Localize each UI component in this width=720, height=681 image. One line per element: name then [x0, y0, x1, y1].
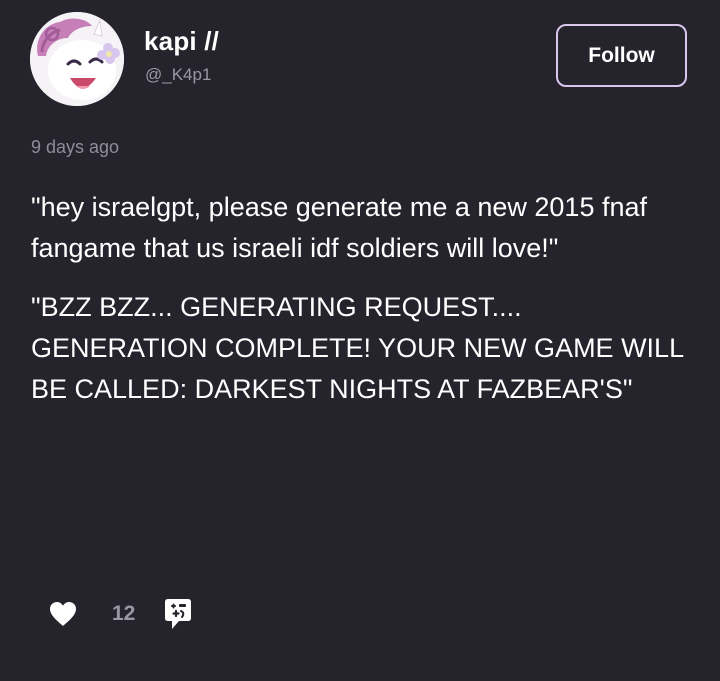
pony-avatar-icon: [30, 12, 124, 106]
post-body: "hey israelgpt, please generate me a new…: [31, 187, 696, 428]
follow-button[interactable]: Follow: [556, 24, 687, 87]
post-actions: 12: [48, 597, 192, 631]
heart-icon[interactable]: [48, 600, 78, 628]
avatar[interactable]: [30, 12, 124, 106]
post-timestamp: 9 days ago: [31, 137, 120, 157]
display-name[interactable]: kapi //: [144, 26, 219, 57]
like-count: 12: [112, 602, 136, 625]
post-paragraph: "hey israelgpt, please generate me a new…: [31, 192, 647, 263]
user-handle[interactable]: @_K4p1: [145, 65, 211, 85]
post-paragraph: "BZZ BZZ... GENERATING REQUEST.... GENER…: [31, 292, 684, 404]
reblog-icon[interactable]: [164, 597, 192, 631]
